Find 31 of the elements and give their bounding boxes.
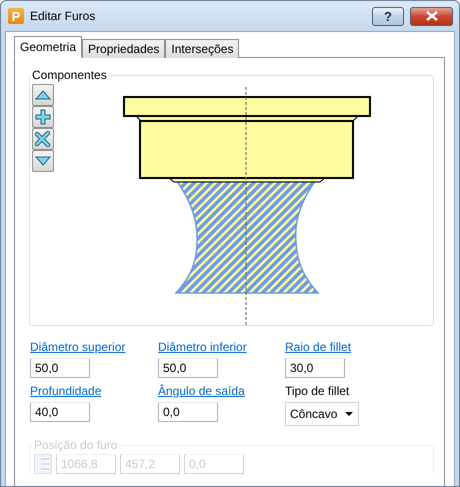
down-triangle-icon [35, 156, 51, 166]
field-link[interactable]: Ângulo de saída [158, 384, 245, 398]
help-button[interactable]: ? [372, 6, 404, 26]
field-label: Tipo de fillet [285, 384, 350, 398]
input-field[interactable]: 40,0 [30, 402, 90, 422]
move-down-button[interactable] [32, 150, 54, 172]
tab[interactable]: Interseções [165, 39, 240, 58]
app-logo: P [8, 8, 24, 24]
move-up-button[interactable] [32, 84, 54, 106]
up-triangle-icon [35, 90, 51, 100]
group-title: Componentes [31, 68, 108, 82]
input-field[interactable]: 30,0 [285, 358, 345, 378]
plus-icon [35, 109, 51, 125]
tab[interactable]: Geometria [14, 36, 82, 58]
remove-button[interactable] [32, 128, 54, 150]
input-field[interactable]: 50,0 [30, 358, 90, 378]
coordinates-icon [34, 454, 52, 474]
field-link[interactable]: Profundidade [30, 384, 102, 398]
window-title: Editar Furos [30, 9, 96, 23]
add-button[interactable] [32, 106, 54, 128]
field-link[interactable]: Diâmetro inferior [158, 340, 247, 354]
input-field[interactable]: 0,0 [158, 402, 218, 422]
field-link[interactable]: Raio de fillet [285, 340, 352, 354]
tab[interactable]: Propriedades [82, 39, 166, 58]
dropdown[interactable]: Côncavo [285, 402, 359, 426]
close-button[interactable] [410, 6, 453, 26]
field-link[interactable]: Diâmetro superior [30, 340, 126, 354]
caret-icon [345, 412, 353, 416]
input-field[interactable]: 50,0 [158, 358, 218, 378]
close-icon [426, 11, 438, 21]
cross-icon [35, 131, 51, 147]
